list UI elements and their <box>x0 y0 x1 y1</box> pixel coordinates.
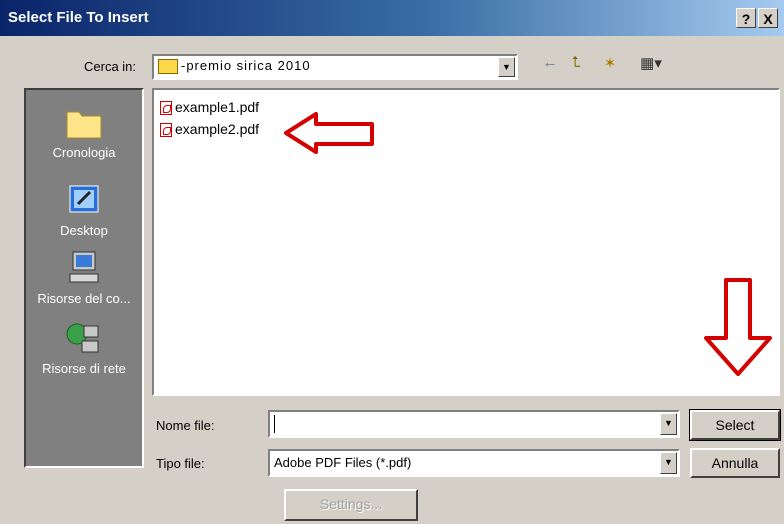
look-in-label: Cerca in: <box>84 59 137 74</box>
select-button[interactable]: Select <box>689 409 781 441</box>
down-arrow-annotation-icon <box>704 278 772 376</box>
cancel-button[interactable]: Annulla <box>690 448 780 478</box>
place-label: Risorse del co... <box>37 291 131 306</box>
close-button[interactable]: X <box>758 8 778 28</box>
folder-icon <box>158 59 178 75</box>
view-menu-icon[interactable]: ▦▾ <box>634 54 668 72</box>
places-bar: Cronologia Desktop Risorse del co... Ris… <box>24 88 144 468</box>
file-name: example1.pdf <box>175 99 260 115</box>
file-list[interactable]: example1.pdf example2.pdf <box>152 88 780 396</box>
network-icon <box>66 323 99 353</box>
place-label: Desktop <box>60 223 108 238</box>
left-arrow-annotation-icon <box>284 112 374 154</box>
back-icon[interactable]: ← <box>540 54 560 71</box>
filename-value <box>274 415 275 433</box>
file-item[interactable]: example2.pdf <box>160 120 259 138</box>
place-label: Risorse di rete <box>42 361 126 376</box>
up-folder-icon[interactable]: ⮤ <box>566 54 586 71</box>
help-button[interactable]: ? <box>736 8 756 28</box>
filetype-value: Adobe PDF Files (*.pdf) <box>274 455 412 470</box>
new-folder-icon[interactable]: ✶ <box>600 54 620 72</box>
place-network[interactable]: Risorse di rete <box>26 320 142 376</box>
place-label: Cronologia <box>52 145 116 160</box>
pdf-icon <box>160 101 172 116</box>
history-folder-icon <box>66 111 102 139</box>
chevron-down-icon[interactable]: ▼ <box>660 413 677 435</box>
pdf-icon <box>160 123 172 138</box>
chevron-down-icon[interactable]: ▼ <box>660 452 677 474</box>
place-desktop[interactable]: Desktop <box>26 182 142 238</box>
filetype-label: Tipo file: <box>156 456 205 471</box>
filename-label: Nome file: <box>156 418 215 433</box>
desktop-icon <box>69 185 99 213</box>
file-name: example2.pdf <box>175 121 260 137</box>
look-in-value: -premio sirica 2010 <box>181 58 311 73</box>
file-item[interactable]: example1.pdf <box>160 98 259 116</box>
place-my-computer[interactable]: Risorse del co... <box>26 250 142 306</box>
filetype-select[interactable]: Adobe PDF Files (*.pdf) ▼ <box>268 449 680 477</box>
filename-input[interactable]: ▼ <box>268 410 680 438</box>
computer-icon <box>69 251 99 283</box>
settings-button[interactable]: Settings... <box>284 489 418 521</box>
chevron-down-icon[interactable]: ▼ <box>498 57 515 77</box>
place-cronologia[interactable]: Cronologia <box>26 104 142 160</box>
window-title: Select File To Insert <box>8 9 149 26</box>
title-bar: Select File To Insert ? X <box>0 0 784 36</box>
look-in-combo[interactable]: -premio sirica 2010 ▼ <box>152 54 518 80</box>
